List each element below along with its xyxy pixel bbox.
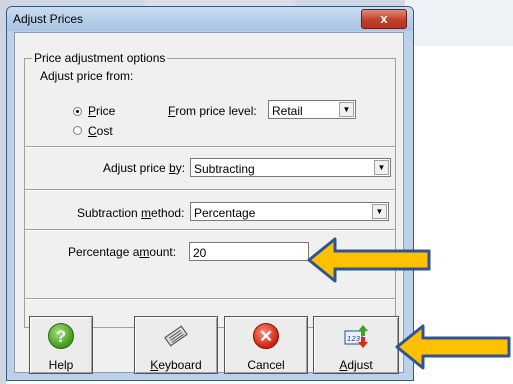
subtraction-method-label: Subtraction method: — [77, 206, 185, 220]
percentage-amount-value: 20 — [193, 246, 207, 260]
background-toolbar — [405, 0, 513, 46]
keyboard-button[interactable]: Keyboard — [134, 316, 218, 374]
price-level-select[interactable]: Retail ▼ — [268, 100, 356, 119]
annotation-arrow-percentage — [307, 237, 431, 283]
dialog-titlebar[interactable]: Adjust Prices x — [7, 7, 413, 31]
adjust-button[interactable]: 123 Adjust — [313, 316, 399, 374]
help-button[interactable]: ? Help — [29, 316, 93, 374]
price-radio-label[interactable]: Price — [88, 104, 115, 118]
keyboard-button-label: Keyboard — [150, 358, 202, 372]
cost-radio-label[interactable]: Cost — [88, 124, 113, 138]
adjust-from-label: Adjust price from: — [40, 69, 134, 83]
cancel-icon: ✕ — [253, 323, 279, 349]
price-adjustment-options-group — [24, 58, 396, 328]
chevron-down-icon[interactable]: ▼ — [339, 102, 354, 117]
adjust-by-value: Subtracting — [194, 162, 255, 176]
cancel-button-label: Cancel — [247, 358, 285, 372]
price-radio[interactable] — [73, 107, 82, 116]
help-icon: ? — [48, 323, 74, 349]
divider-2 — [25, 189, 395, 191]
subtraction-method-select[interactable]: Percentage ▼ — [190, 202, 389, 221]
help-button-label: Help — [48, 358, 74, 372]
from-price-level-label: From price level: — [168, 104, 257, 118]
divider-4 — [25, 298, 395, 300]
adjust-button-label: Adjust — [339, 358, 373, 372]
percentage-amount-label: Percentage amount: — [68, 245, 177, 259]
annotation-arrow-adjust — [395, 324, 511, 370]
chevron-down-icon[interactable]: ▼ — [372, 204, 387, 219]
cost-radio[interactable] — [73, 126, 82, 135]
adjust-price-icon: 123 — [344, 325, 368, 348]
cancel-button[interactable]: ✕ Cancel — [224, 316, 308, 374]
chevron-down-icon[interactable]: ▼ — [374, 160, 389, 175]
group-title: Price adjustment options — [32, 51, 168, 65]
divider-1 — [25, 146, 395, 148]
adjust-by-select[interactable]: Subtracting ▼ — [190, 158, 391, 177]
price-level-value: Retail — [272, 104, 303, 118]
keyboard-icon — [164, 325, 188, 347]
svg-text:123: 123 — [347, 335, 360, 343]
price-radio-text: rice — [96, 104, 116, 118]
percentage-amount-input[interactable]: 20 — [189, 242, 309, 261]
dialog-title: Adjust Prices — [13, 12, 84, 26]
subtraction-method-value: Percentage — [194, 206, 256, 220]
cost-radio-text: ost — [96, 124, 113, 138]
adjust-by-label: Adjust price by: — [103, 161, 186, 175]
close-button[interactable]: x — [361, 9, 407, 29]
divider-3 — [25, 229, 395, 231]
close-icon: x — [380, 11, 388, 26]
